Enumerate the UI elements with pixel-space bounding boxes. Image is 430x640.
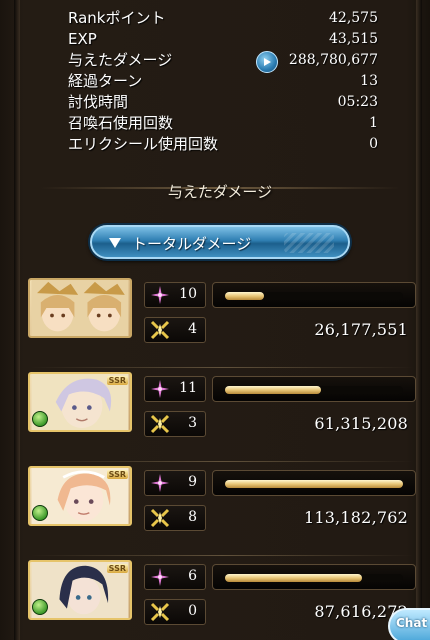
- damage-bar: [212, 376, 416, 402]
- stat-label: 討伐時間: [68, 93, 129, 111]
- damage-bar: [212, 282, 416, 308]
- chain-count: 0: [188, 603, 197, 619]
- stat-exp: EXP 43,515: [68, 29, 378, 50]
- dropdown-label: トータルダメージ: [132, 235, 252, 253]
- stat-label: EXP: [68, 30, 97, 48]
- damage-bar-track: [225, 480, 403, 488]
- damage-bar-fill: [225, 292, 265, 300]
- ougi-count-box: 9: [144, 470, 206, 496]
- damage-value: 26,177,551: [314, 320, 408, 339]
- chain-count: 8: [188, 509, 197, 525]
- stat-time: 討伐時間 05:23: [68, 92, 378, 113]
- chain-count-box: 0: [144, 599, 206, 625]
- stat-turns: 経過ターン 13: [68, 71, 378, 92]
- damage-bar-track: [225, 386, 403, 394]
- damage-bar-fill: [225, 480, 403, 488]
- damage-value: 113,182,762: [304, 508, 408, 527]
- stat-value: 05:23: [337, 94, 378, 110]
- panel-left-edge: [14, 0, 20, 640]
- stat-summon-uses: 召喚石使用回数 1: [68, 113, 378, 134]
- chain-count: 3: [188, 415, 197, 431]
- dark-hair-portrait: SSR: [28, 560, 132, 620]
- stat-label: 経過ターン: [68, 72, 143, 90]
- stat-rank-points: Rankポイント 42,575: [68, 8, 378, 29]
- stat-value: 42,575: [329, 10, 378, 26]
- stat-damage-dealt: 与えたダメージ 288,780,677: [68, 50, 378, 73]
- ougi-spark-icon: [151, 568, 169, 586]
- player-row[interactable]: 10 4 26,177,551: [26, 276, 418, 368]
- stat-value: 0: [369, 136, 378, 152]
- blonde-girl-portrait: SSR: [28, 466, 132, 526]
- damage-bar-track: [225, 574, 403, 582]
- chain-burst-icon: [150, 508, 170, 528]
- chain-burst-icon: [150, 320, 170, 340]
- white-hair-portrait: SSR: [28, 372, 132, 432]
- battle-stats: Rankポイント 42,575 EXP 43,515 与えたダメージ 288,7…: [68, 8, 378, 155]
- ougi-count-box: 6: [144, 564, 206, 590]
- total-damage-dropdown[interactable]: トータルダメージ: [90, 225, 350, 259]
- damage-bar: [212, 470, 416, 496]
- ougi-spark-icon: [151, 474, 169, 492]
- stat-elixir-uses: エリクシール使用回数 0: [68, 134, 378, 155]
- stat-value: 43,515: [329, 31, 378, 47]
- ougi-count: 10: [179, 286, 197, 302]
- play-icon[interactable]: [256, 51, 278, 73]
- chain-count-box: 3: [144, 411, 206, 437]
- ssr-badge: SSR: [106, 470, 128, 479]
- ougi-count: 6: [188, 568, 197, 584]
- ougi-count-box: 11: [144, 376, 206, 402]
- damage-bar-fill: [225, 386, 322, 394]
- wind-element-icon: [32, 599, 48, 615]
- button-pattern: [284, 233, 334, 253]
- ougi-count-box: 10: [144, 282, 206, 308]
- stat-value: 288,780,677: [288, 52, 378, 68]
- ssr-badge: SSR: [106, 564, 128, 573]
- triangle-down-icon: [109, 238, 121, 248]
- twin-girls-portrait: [28, 278, 132, 338]
- chain-count: 4: [188, 321, 197, 337]
- row-divider: [30, 461, 414, 462]
- ougi-count: 11: [179, 380, 197, 396]
- ougi-spark-icon: [151, 286, 169, 304]
- chain-burst-icon: [150, 602, 170, 622]
- damage-bar-track: [225, 292, 403, 300]
- row-divider: [30, 555, 414, 556]
- chat-button[interactable]: Chat: [388, 608, 430, 640]
- damage-value: 61,315,208: [314, 414, 408, 433]
- player-row[interactable]: SSR 9 8 113,182,762: [26, 464, 418, 556]
- chain-count-box: 4: [144, 317, 206, 343]
- wind-element-icon: [32, 411, 48, 427]
- player-row[interactable]: SSR 11 3 61,315,208: [26, 370, 418, 462]
- stat-value: 13: [360, 73, 378, 89]
- stat-label: Rankポイント: [68, 9, 166, 27]
- damage-bar: [212, 564, 416, 590]
- damage-bar-fill: [225, 574, 363, 582]
- stat-label: エリクシール使用回数: [68, 135, 219, 153]
- stat-value: 1: [369, 115, 378, 131]
- wind-element-icon: [32, 505, 48, 521]
- stat-label: 召喚石使用回数: [68, 114, 174, 132]
- row-divider: [30, 367, 414, 368]
- ssr-badge: SSR: [106, 376, 128, 385]
- player-row[interactable]: SSR 6 0 87,616,272: [26, 558, 418, 640]
- ougi-spark-icon: [151, 380, 169, 398]
- chain-burst-icon: [150, 414, 170, 434]
- chain-count-box: 8: [144, 505, 206, 531]
- section-title: 与えたダメージ: [167, 183, 273, 201]
- ougi-count: 9: [188, 474, 197, 490]
